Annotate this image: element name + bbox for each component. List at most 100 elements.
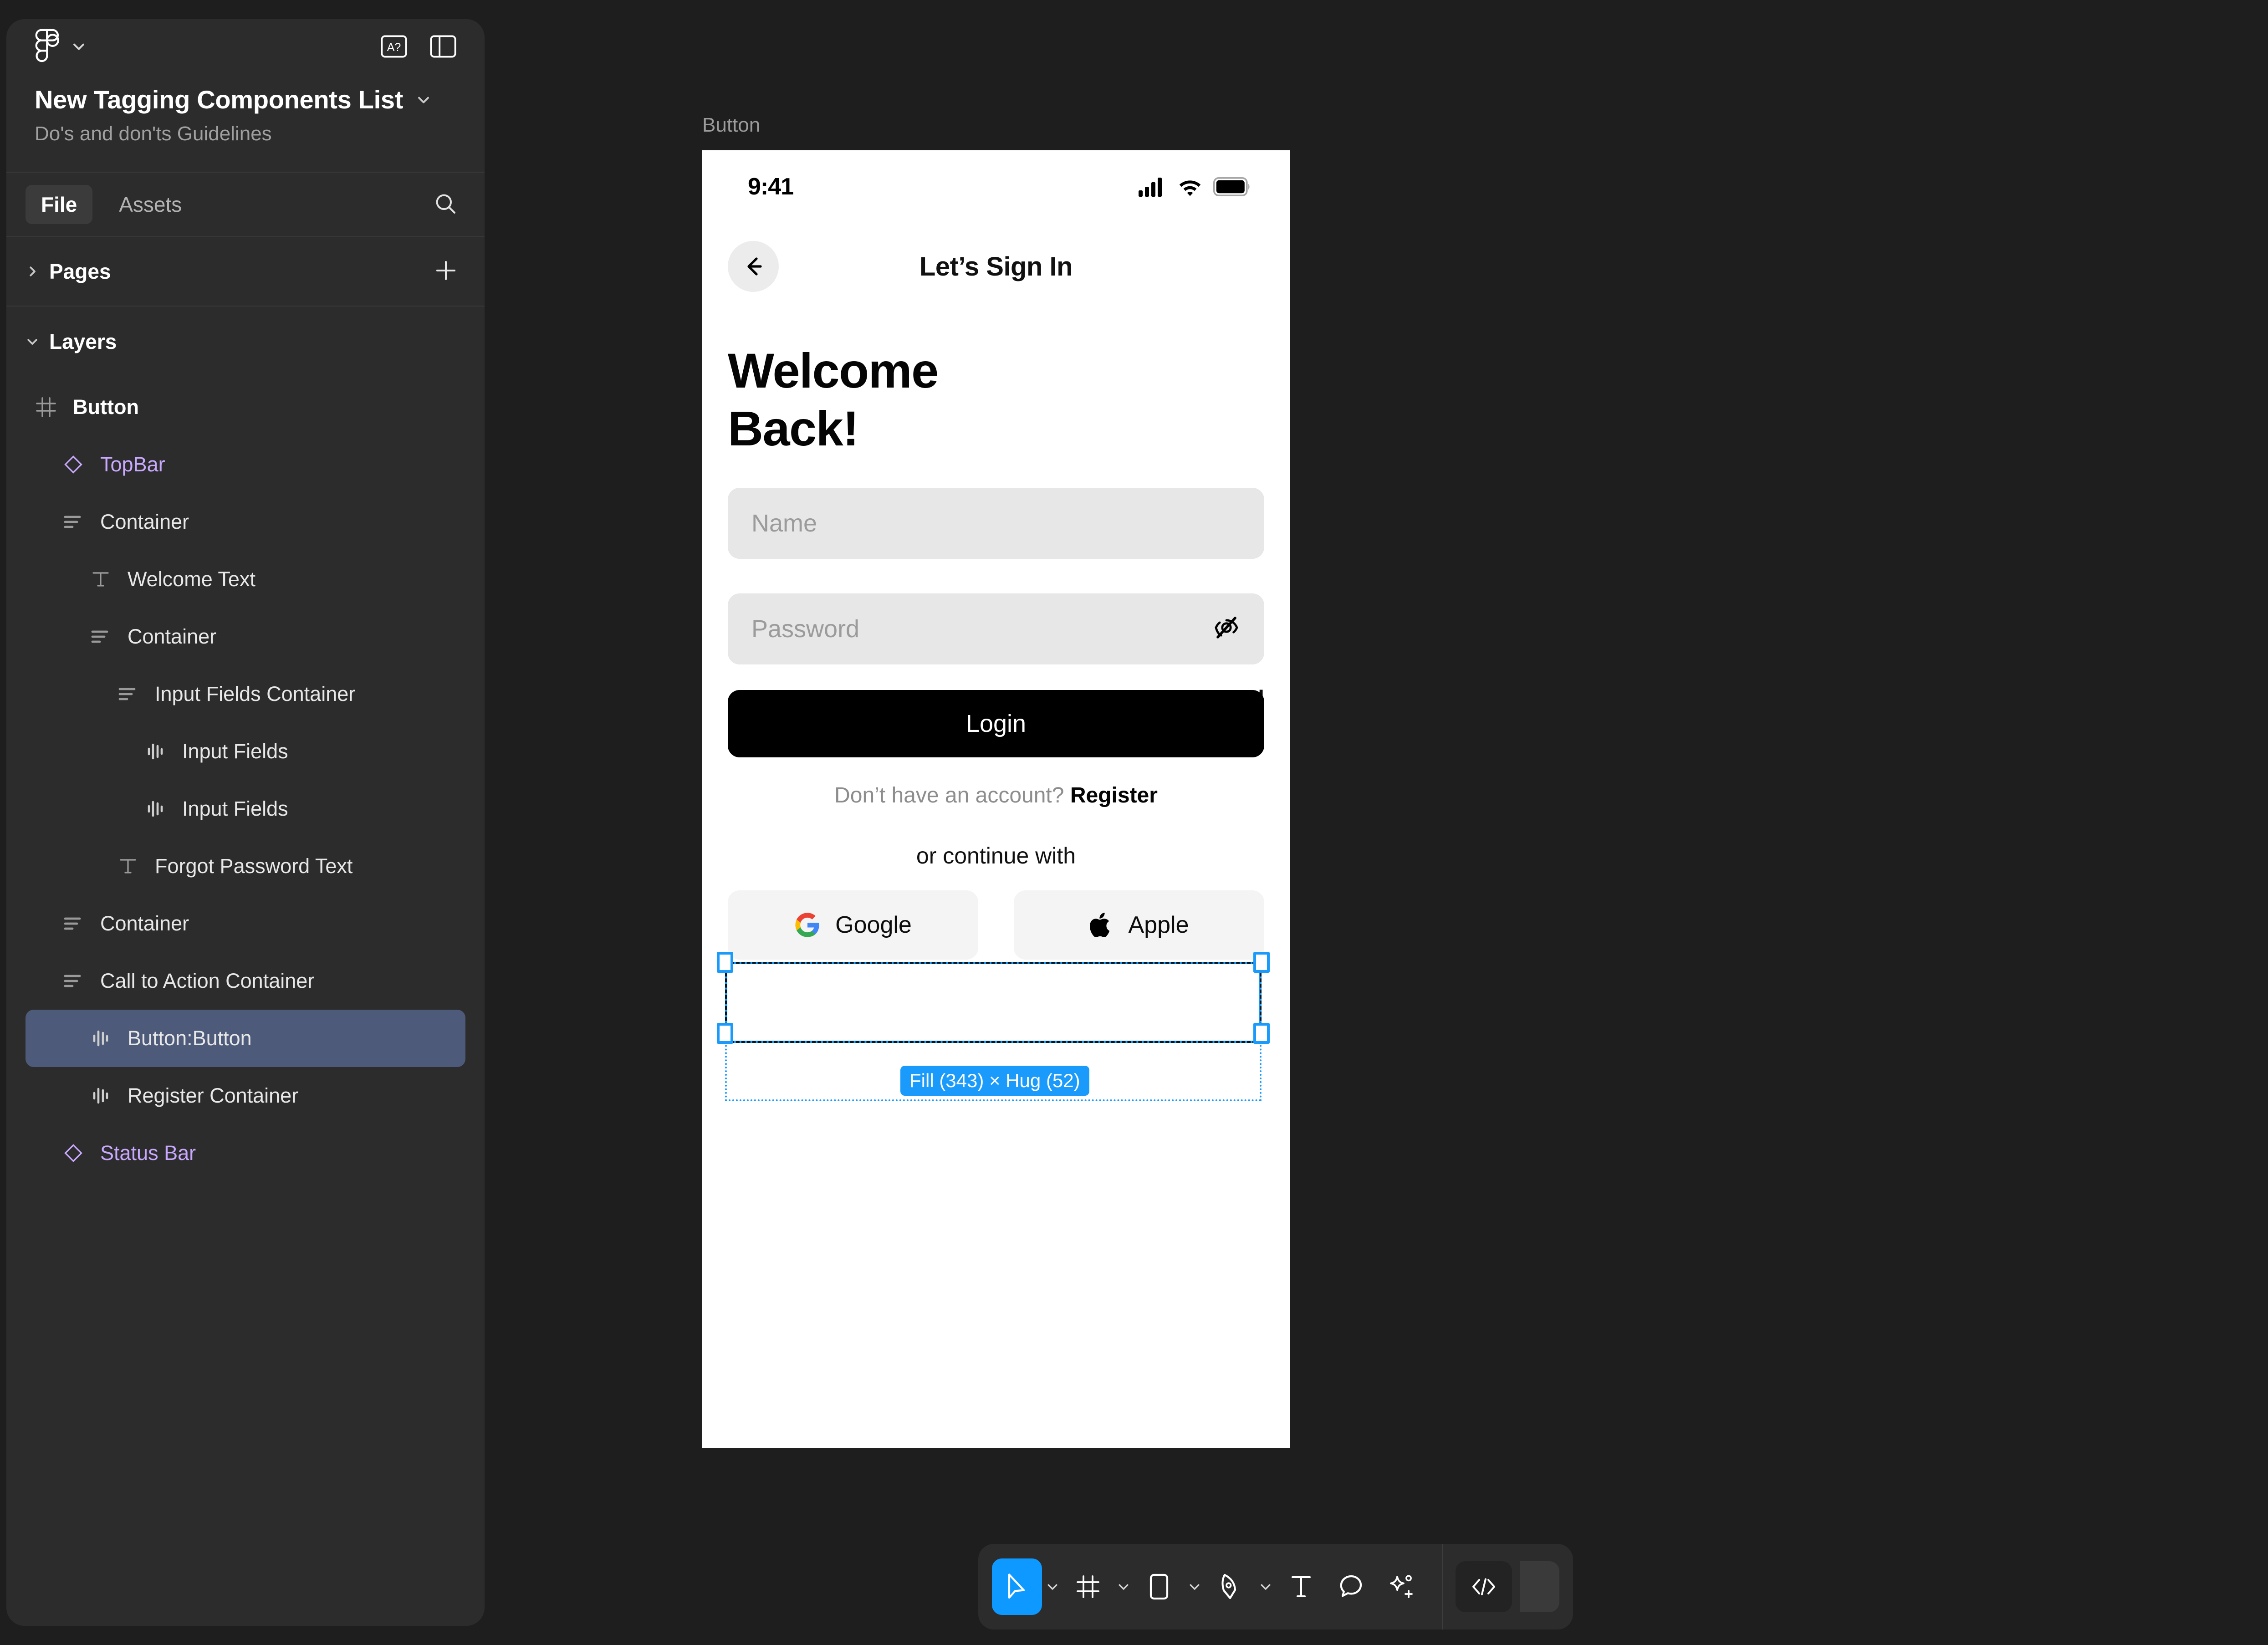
frame-tool[interactable] (1063, 1558, 1113, 1615)
layers-section-header[interactable]: Layers (6, 307, 485, 377)
layer-name: Button:Button (128, 1027, 252, 1050)
autolayout-icon (116, 682, 140, 706)
register-prompt: Don’t have an account? (834, 783, 1064, 807)
layer-row[interactable]: Container (26, 608, 465, 665)
layer-name: Call to Action Container (100, 969, 315, 992)
pen-tool-caret[interactable] (1255, 1558, 1276, 1615)
help-shortcut-button[interactable]: A? (379, 33, 409, 60)
login-button-label: Login (965, 710, 1027, 737)
layer-row[interactable]: Input Fields (26, 780, 465, 838)
layer-name: TopBar (100, 453, 165, 476)
shape-tool[interactable] (1134, 1558, 1184, 1615)
layer-row[interactable]: Forgot Password Text (26, 838, 465, 895)
register-link[interactable]: Register (1070, 783, 1158, 807)
code-brackets-icon (1472, 1578, 1495, 1595)
layer-row[interactable]: Input Fields Container (26, 665, 465, 723)
move-tool-caret[interactable] (1042, 1558, 1063, 1615)
chevron-down-icon (1261, 1584, 1271, 1590)
name-input-placeholder: Name (751, 509, 817, 537)
instance-icon (88, 1083, 113, 1108)
autolayout-icon (61, 969, 86, 993)
tab-assets[interactable]: Assets (103, 185, 197, 224)
layer-row[interactable]: Welcome Text (26, 551, 465, 608)
pages-section-header[interactable]: Pages (6, 236, 485, 307)
chevron-down-icon[interactable] (26, 335, 39, 348)
resize-handle-top-right[interactable] (1253, 952, 1270, 973)
text-tool[interactable] (1276, 1558, 1326, 1615)
chevron-down-icon (1119, 1584, 1129, 1590)
actions-tool[interactable] (1376, 1558, 1426, 1615)
layer-row[interactable]: Call to Action Container (26, 952, 465, 1010)
instance-icon (88, 1026, 113, 1051)
frame-name-label[interactable]: Button (702, 114, 760, 137)
layer-name: Container (128, 625, 217, 648)
dev-mode-toggle[interactable] (1456, 1561, 1512, 1612)
screen-title: Let’s Sign In (919, 251, 1073, 281)
instance-icon (143, 739, 168, 764)
chevron-down-icon[interactable] (71, 39, 87, 54)
password-input[interactable]: Password (728, 593, 1264, 664)
svg-text:A?: A? (387, 41, 401, 54)
layer-row[interactable]: Button:Button (26, 1010, 465, 1067)
component-icon (61, 1141, 86, 1165)
layer-row[interactable]: TopBar (26, 436, 465, 493)
plus-icon[interactable] (434, 258, 458, 285)
frame-tool-caret[interactable] (1113, 1558, 1134, 1615)
resize-handle-bottom-right[interactable] (1253, 1023, 1270, 1044)
eye-off-icon[interactable] (1212, 613, 1241, 644)
social-login-row: Google Apple (728, 890, 1264, 960)
file-title-row[interactable]: New Tagging Components List (35, 85, 456, 114)
autolayout-icon (61, 911, 86, 936)
welcome-heading: Welcome Back! (702, 310, 1290, 458)
cursor-icon (1008, 1573, 1025, 1599)
component-icon (61, 452, 86, 477)
google-login-button[interactable]: Google (728, 890, 978, 960)
name-input[interactable]: Name (728, 487, 1264, 559)
status-time: 9:41 (748, 174, 794, 200)
signal-bars-icon (1139, 178, 1162, 197)
layer-name: Status Bar (100, 1141, 196, 1165)
layer-name: Button (73, 395, 139, 419)
text-icon (88, 567, 113, 592)
shape-tool-caret[interactable] (1184, 1558, 1205, 1615)
layer-name: Input Fields (182, 740, 288, 763)
layer-name: Input Fields Container (155, 682, 356, 705)
file-info: New Tagging Components List Do's and don… (6, 74, 485, 145)
phone-frame[interactable]: 9:41 Let’s Sign In Welcome Back! Name Pa… (702, 150, 1290, 1448)
resize-handle-top-left[interactable] (717, 952, 733, 973)
figma-app-window: Button 9:41 Let’s Sign In Welcome Back! … (0, 0, 2268, 1645)
chevron-down-icon[interactable] (416, 92, 431, 107)
layer-row[interactable]: Container (26, 895, 465, 952)
frame-icon (34, 395, 58, 419)
apple-login-label: Apple (1128, 912, 1189, 938)
figma-logo-icon[interactable] (35, 28, 59, 65)
file-title: New Tagging Components List (35, 85, 404, 114)
layer-row[interactable]: Status Bar (26, 1124, 465, 1182)
layer-row[interactable]: Button (26, 378, 465, 436)
toolbar-separator (1442, 1544, 1443, 1630)
comment-tool[interactable] (1326, 1558, 1376, 1615)
chevron-down-icon (1190, 1584, 1200, 1590)
layer-row[interactable]: Register Container (26, 1067, 465, 1124)
pen-tool[interactable] (1205, 1558, 1255, 1615)
apple-login-button[interactable]: Apple (1014, 890, 1264, 960)
login-button[interactable]: Login (728, 690, 1264, 757)
resize-handle-bottom-left[interactable] (717, 1023, 733, 1044)
layer-row[interactable]: Container (26, 493, 465, 551)
rectangle-icon (1149, 1573, 1169, 1600)
file-subtitle: Do's and don'ts Guidelines (35, 123, 272, 145)
google-icon (795, 913, 819, 937)
move-tool[interactable] (992, 1558, 1042, 1615)
layer-name: Container (100, 912, 189, 935)
google-login-label: Google (835, 912, 912, 938)
panel-toggle-button[interactable] (428, 33, 458, 60)
tab-file[interactable]: File (26, 185, 93, 224)
autolayout-icon (61, 510, 86, 534)
autolayout-icon (88, 624, 113, 649)
layer-name: Forgot Password Text (155, 854, 353, 878)
layer-row[interactable]: Input Fields (26, 723, 465, 780)
dev-mode-toggle-track[interactable] (1520, 1561, 1559, 1612)
search-icon[interactable] (433, 191, 458, 219)
layers-tree[interactable]: Button TopBar Container Welcome Text Contain… (6, 377, 485, 1626)
chevron-right-icon[interactable] (26, 265, 39, 278)
